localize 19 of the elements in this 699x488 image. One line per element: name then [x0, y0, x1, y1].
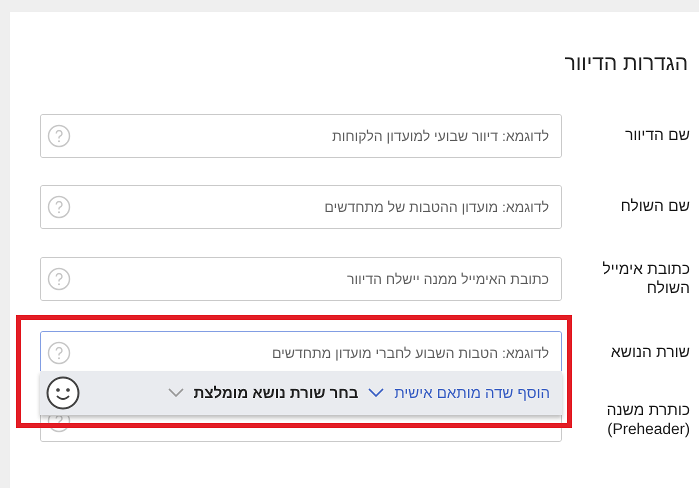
field-label: כותרת משנה (Preheader) — [606, 400, 690, 440]
input-field[interactable]: לדוגמא: הטבות השבוע לחברי מועדון מתחדשים — [71, 344, 551, 362]
chevron-down-icon — [168, 388, 184, 398]
text-field[interactable]: כתובת האימייל ממנה יישלח הדיוור — [40, 257, 562, 301]
text-field[interactable]: לדוגמא: מועדון ההטבות של מתחדשים — [40, 185, 562, 229]
field-label: שורת הנושא — [610, 343, 690, 363]
chevron-down-icon — [368, 388, 384, 398]
recommended-subject-dropdown[interactable]: בחר שורת נושא מומלצת — [168, 384, 358, 402]
help-icon[interactable] — [47, 416, 71, 433]
personal-field-dropdown[interactable]: הוסף שדה מותאם אישית — [368, 384, 550, 402]
input-field[interactable]: לדוגמא: מועדון ההטבות של מתחדשים — [71, 198, 551, 216]
field-label: כתובת אימייל השולח — [601, 260, 690, 298]
page-title: הגדרות הדיוור — [564, 52, 688, 76]
field-label: שם השולח — [620, 197, 690, 217]
input-field[interactable]: לדוגמא: דיוור שבועי למועדון הלקוחות — [71, 127, 551, 145]
smiley-icon[interactable] — [46, 376, 80, 410]
text-field[interactable]: לדוגמא: דיוור שבועי למועדון הלקוחות — [40, 114, 562, 158]
input-field[interactable]: כתובת האימייל ממנה יישלח הדיוור — [71, 270, 551, 288]
field-label: שם הדיוור — [624, 126, 690, 146]
